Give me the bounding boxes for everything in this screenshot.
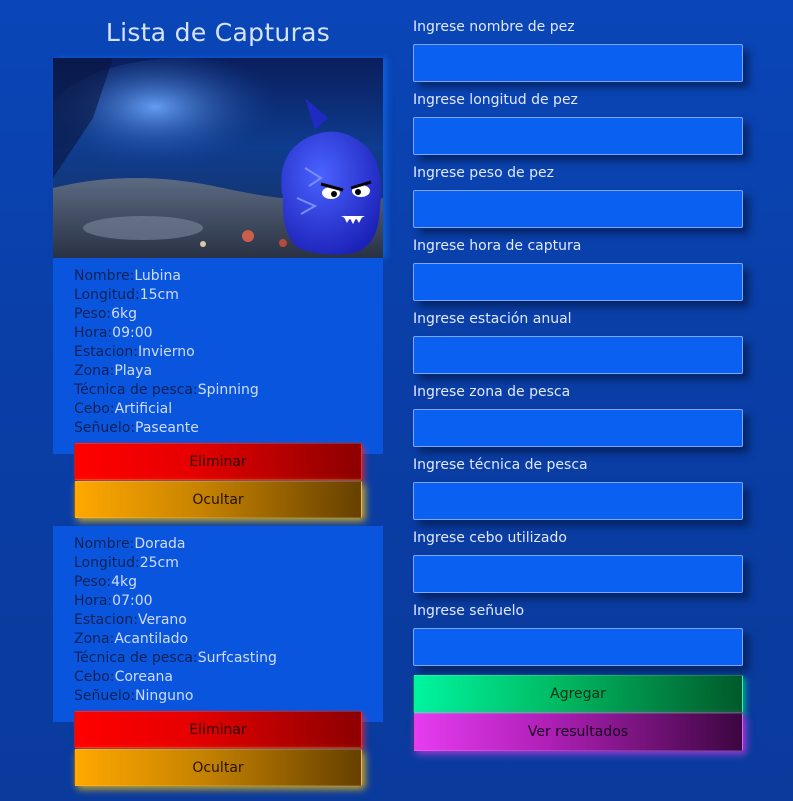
delete-button[interactable]: Eliminar	[74, 711, 362, 748]
field-label: Peso:	[74, 306, 112, 322]
field-label: Técnica de pesca:	[74, 382, 198, 398]
field-value: Ninguno	[135, 688, 194, 704]
hide-button[interactable]: Ocultar	[74, 749, 362, 786]
fishing-zone-input[interactable]	[413, 409, 743, 447]
field-value: Lubina	[134, 268, 181, 284]
field-label: Longitud:	[74, 555, 140, 571]
field-value: Verano	[137, 612, 187, 628]
view-results-button[interactable]: Ver resultados	[413, 713, 743, 751]
field-label: Señuelo:	[74, 420, 136, 436]
field-label: Cebo:	[74, 401, 115, 417]
catch-time-input[interactable]	[413, 263, 743, 301]
field-value: Paseante	[135, 420, 199, 436]
catch-card: Nombre:Dorada Longitud:25cm Peso:4kg Hor…	[53, 526, 383, 722]
catch-list-panel: Lista de Capturas Nombre:Lubina Longitud…	[0, 0, 400, 801]
field-value: Coreana	[114, 669, 173, 685]
field-value: Playa	[114, 363, 153, 379]
field-label: Peso:	[74, 574, 112, 590]
field-value: 09:00	[112, 325, 153, 341]
field-value: Surfcasting	[197, 650, 277, 666]
season-label: Ingrese estación anual	[413, 311, 572, 327]
field-value: 4kg	[111, 574, 138, 590]
bait-label: Ingrese cebo utilizado	[413, 530, 567, 546]
catch-time-label: Ingrese hora de captura	[413, 238, 582, 254]
fish-length-input[interactable]	[413, 117, 743, 155]
field-value: 6kg	[111, 306, 138, 322]
fishing-zone-label: Ingrese zona de pesca	[413, 384, 571, 400]
season-input[interactable]	[413, 336, 743, 374]
fish-length-label: Ingrese longitud de pez	[413, 92, 578, 108]
field-label: Estacion:	[74, 612, 138, 628]
field-value: Dorada	[134, 536, 186, 552]
fish-weight-label: Ingrese peso de pez	[413, 165, 554, 181]
hide-button[interactable]: Ocultar	[74, 481, 362, 518]
bait-input[interactable]	[413, 555, 743, 593]
field-label: Longitud:	[74, 287, 140, 303]
field-label: Hora:	[74, 593, 113, 609]
field-label: Zona:	[74, 631, 115, 647]
field-label: Nombre:	[74, 536, 135, 552]
fish-name-input[interactable]	[413, 44, 743, 82]
field-value: Artificial	[114, 401, 173, 417]
field-label: Estacion:	[74, 344, 138, 360]
field-value: 15cm	[139, 287, 179, 303]
field-value: 07:00	[112, 593, 153, 609]
field-label: Señuelo:	[74, 688, 136, 704]
fishing-technique-input[interactable]	[413, 482, 743, 520]
catch-photo	[53, 58, 383, 258]
page-title: Lista de Capturas	[105, 18, 331, 47]
underwater-shark-mascot-image	[53, 58, 383, 258]
field-value: 25cm	[139, 555, 179, 571]
lure-input[interactable]	[413, 628, 743, 666]
field-label: Hora:	[74, 325, 113, 341]
lure-label: Ingrese señuelo	[413, 603, 525, 619]
add-button[interactable]: Agregar	[413, 675, 743, 713]
delete-button[interactable]: Eliminar	[74, 443, 362, 480]
field-label: Nombre:	[74, 268, 135, 284]
catch-card: Nombre:Lubina Longitud:15cm Peso:6kg Hor…	[53, 258, 383, 454]
field-value: Spinning	[197, 382, 259, 398]
field-label: Cebo:	[74, 669, 115, 685]
field-value: Acantilado	[114, 631, 189, 647]
fish-weight-input[interactable]	[413, 190, 743, 228]
field-label: Técnica de pesca:	[74, 650, 198, 666]
field-label: Zona:	[74, 363, 115, 379]
fishing-technique-label: Ingrese técnica de pesca	[413, 457, 588, 473]
fish-name-label: Ingrese nombre de pez	[413, 19, 575, 35]
field-value: Invierno	[137, 344, 195, 360]
